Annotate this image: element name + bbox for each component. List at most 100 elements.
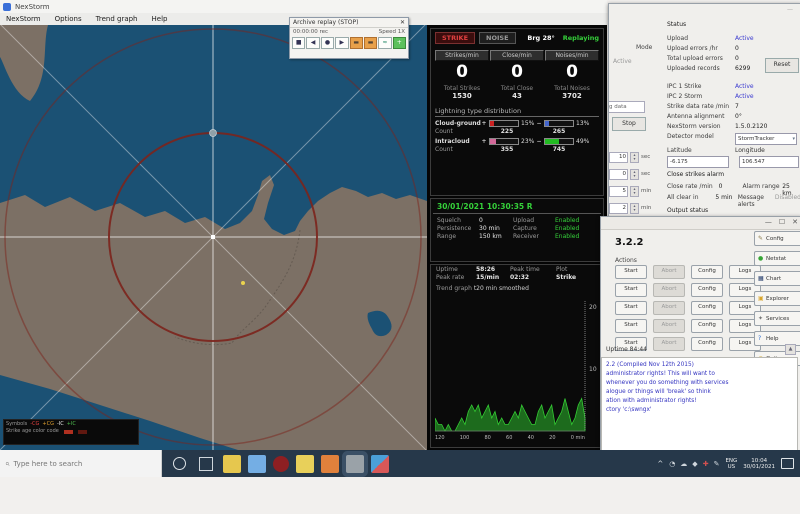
opera-icon[interactable]	[273, 456, 289, 472]
config-button[interactable]: Config	[691, 319, 723, 333]
start-button[interactable]: Start	[615, 319, 647, 333]
defender-icon[interactable]: ◆	[692, 460, 697, 468]
replay-control-button[interactable]: ●	[321, 37, 334, 49]
spinner-arrows[interactable]: ▴▾	[630, 169, 639, 180]
tray-expand-icon[interactable]: ^	[657, 460, 663, 468]
replay-control-button[interactable]: ▬	[364, 37, 377, 49]
status-row: IPC 2 Storm Active	[667, 93, 799, 100]
spinner-value-input[interactable]: 10	[609, 152, 628, 163]
service-log[interactable]: 2.2 (Compiled Nov 12th 2015)administrato…	[601, 357, 798, 452]
reset-button[interactable]: Reset	[765, 58, 799, 73]
config-label-2: Capture	[513, 225, 555, 232]
task-view-icon[interactable]	[199, 457, 213, 471]
spinner-arrows[interactable]: ▴▾	[630, 203, 639, 214]
abort-button[interactable]: Abort	[653, 337, 685, 351]
data-field[interactable]: ing data	[608, 101, 645, 113]
spinner-value-input[interactable]: 2	[609, 203, 628, 214]
side-button-label: Config	[766, 236, 784, 242]
calculator-icon[interactable]	[296, 455, 314, 473]
config-button[interactable]: Config	[691, 301, 723, 315]
side-button-chart[interactable]: ▦ Chart	[754, 271, 800, 286]
replay-control-button[interactable]: ■	[292, 37, 305, 49]
replay-control-button[interactable]: +	[393, 37, 406, 49]
pencil-icon: ✎	[758, 236, 764, 242]
side-button-netstat[interactable]: ● Netstat	[754, 251, 800, 266]
config-button[interactable]: Config	[691, 283, 723, 297]
store-icon[interactable]	[223, 455, 241, 473]
start-button[interactable]: Start	[615, 301, 647, 315]
map-view[interactable]: Symbols -CG +CG -IC +IC Strike age color…	[0, 25, 427, 450]
menu-item[interactable]: Help	[152, 15, 168, 23]
weather-icon[interactable]	[371, 455, 389, 473]
stat-column: Close/min 0 Total Close 43	[490, 50, 544, 100]
cortana-icon[interactable]	[173, 457, 186, 470]
replay-control-button[interactable]: ≈	[378, 37, 391, 49]
app-orange-icon[interactable]	[321, 455, 339, 473]
config-value-2: Enabled	[555, 217, 579, 224]
start-button[interactable]: Start	[615, 265, 647, 279]
replay-speed: Speed 1X	[379, 29, 405, 35]
side-button-services[interactable]: ✦ Services	[754, 311, 800, 326]
nexstorm-active-icon[interactable]	[346, 455, 364, 473]
notification-center-icon[interactable]	[781, 458, 794, 469]
abort-button[interactable]: Abort	[653, 319, 685, 333]
menu-item[interactable]: NexStorm	[6, 15, 41, 23]
stat-header-button[interactable]: Noises/min	[545, 50, 599, 61]
plus-percent: 15%	[521, 120, 536, 127]
stop-button[interactable]: Stop	[612, 117, 646, 131]
side-button-explorer[interactable]: ▣ Explorer	[754, 291, 800, 306]
chart-icon: ▦	[758, 276, 764, 282]
file-explorer-icon[interactable]	[248, 455, 266, 473]
spinner-row: 10 ▴▾ sec	[609, 152, 651, 162]
config-label-1: Range	[437, 233, 479, 240]
menu-item[interactable]: Options	[55, 15, 82, 23]
menu-item[interactable]: Trend graph	[96, 15, 138, 23]
symbol-minus-cg: -CG	[30, 421, 39, 428]
count-label: Count	[435, 128, 481, 135]
status-row-value: Active	[735, 35, 754, 42]
replay-control-button[interactable]: ▶	[335, 37, 348, 49]
mode-label: Mode	[636, 44, 652, 51]
close-icon[interactable]: ✕	[400, 19, 405, 26]
close-icon[interactable]: ✕	[792, 218, 798, 226]
minimize-icon[interactable]: —	[765, 218, 772, 226]
pen-icon[interactable]: ✎	[714, 460, 720, 468]
replay-control-button[interactable]: ▬	[350, 37, 363, 49]
status-row: IPC 1 Strike Active	[667, 83, 799, 90]
latitude-field[interactable]: -6.175	[667, 156, 729, 168]
start-button[interactable]: Start	[615, 283, 647, 297]
stat-header-button[interactable]: Strikes/min	[435, 50, 489, 61]
spinner-arrows[interactable]: ▴▾	[630, 152, 639, 163]
config-button[interactable]: Config	[691, 265, 723, 279]
help-icon: ?	[758, 336, 764, 342]
spinner-value-input[interactable]: 5	[609, 186, 628, 197]
onedrive-icon[interactable]: ☁	[680, 460, 687, 468]
status-row-label: Total upload errors	[667, 55, 735, 62]
scroll-up-icon[interactable]: ▲	[785, 344, 796, 355]
clock[interactable]: 10:04 30/01/2021	[743, 458, 775, 470]
spinner-arrows[interactable]: ▴▾	[630, 186, 639, 197]
abort-button[interactable]: Abort	[653, 283, 685, 297]
spinner-row: 0 ▴▾ sec	[609, 169, 651, 179]
abort-button[interactable]: Abort	[653, 265, 685, 279]
maximize-icon[interactable]: ☐	[779, 218, 785, 226]
spinner-value-input[interactable]: 0	[609, 169, 628, 180]
service-version: 3.2.2	[615, 237, 643, 248]
y-tick-20: 20	[589, 304, 597, 311]
alert-icon[interactable]: ✚	[703, 460, 709, 468]
people-icon[interactable]: ◔	[669, 460, 675, 468]
search-input[interactable]: ⌕ Type here to search	[0, 450, 162, 477]
status-row-label: IPC 2 Storm	[667, 93, 735, 100]
replay-control-button[interactable]: ◀	[306, 37, 319, 49]
language-indicator[interactable]: ENG US	[725, 458, 737, 470]
detector-model-select[interactable]: StormTracker	[735, 133, 797, 145]
longitude-field[interactable]: 106.547	[739, 156, 799, 168]
side-button-config[interactable]: ✎ Config	[754, 231, 800, 246]
status-row-label: Strike data rate /min	[667, 103, 735, 110]
stat-header-button[interactable]: Close/min	[490, 50, 544, 61]
system-tray: ^ ◔ ☁ ◆ ✚ ✎ ENG US 10:04 30/01/2021	[657, 458, 800, 470]
instrument-panel: STRIKE NOISE Brg 28° Replaying Strikes/m…	[427, 25, 607, 450]
abort-button[interactable]: Abort	[653, 301, 685, 315]
config-button[interactable]: Config	[691, 337, 723, 351]
strike-indicator: STRIKE	[435, 32, 475, 44]
